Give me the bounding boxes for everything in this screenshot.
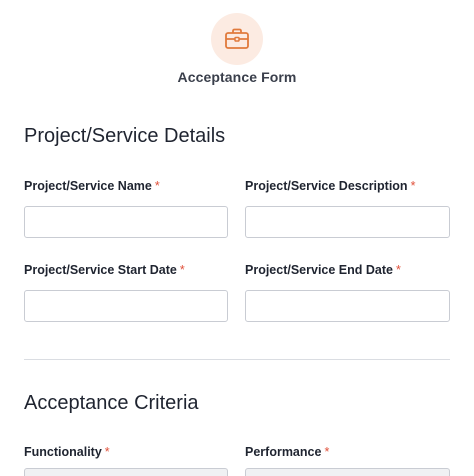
required-marker: * [410, 179, 416, 193]
field-label-end-date: Project/Service End Date * [245, 263, 401, 277]
field-label-functionality: Functionality * [24, 445, 110, 459]
project-description-input[interactable] [245, 206, 450, 238]
start-date-input[interactable] [24, 290, 228, 322]
end-date-input[interactable] [245, 290, 450, 322]
label-text: Project/Service Start Date [24, 263, 177, 277]
label-text: Functionality [24, 445, 102, 459]
label-text: Project/Service End Date [245, 263, 393, 277]
required-marker: * [324, 445, 330, 459]
required-marker: * [154, 179, 160, 193]
field-label-performance: Performance * [245, 445, 329, 459]
label-text: Performance [245, 445, 322, 459]
section-title-details: Project/Service Details [24, 125, 226, 147]
section-divider [24, 359, 450, 360]
performance-input[interactable] [245, 468, 450, 476]
form-title: Acceptance Form [177, 69, 297, 85]
required-marker: * [395, 263, 401, 277]
briefcase-icon [225, 28, 249, 49]
header-icon-badge [211, 13, 263, 65]
project-name-input[interactable] [24, 206, 228, 238]
field-label-name: Project/Service Name * [24, 179, 160, 193]
label-text: Project/Service Description [245, 179, 408, 193]
required-marker: * [179, 263, 185, 277]
field-label-start-date: Project/Service Start Date * [24, 263, 185, 277]
field-label-description: Project/Service Description * [245, 179, 415, 193]
required-marker: * [104, 445, 110, 459]
label-text: Project/Service Name [24, 179, 152, 193]
functionality-input[interactable] [24, 468, 228, 476]
section-title-criteria: Acceptance Criteria [24, 392, 199, 414]
